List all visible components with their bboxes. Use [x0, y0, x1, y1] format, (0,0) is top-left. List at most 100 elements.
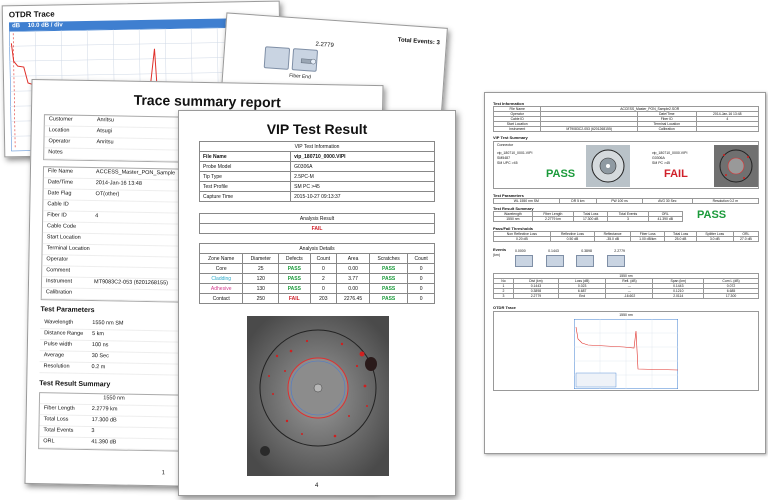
- otdr-scale: 10.0 dB / div: [27, 22, 63, 29]
- scratches-status: PASS: [368, 283, 409, 294]
- field-label: Wavelength: [44, 319, 74, 326]
- vip-summary-box: Connector vip_180710_0001.VIPI SM5487 SM…: [493, 141, 759, 189]
- field-value: 0.2 m: [91, 364, 106, 371]
- field-value: SM PC >45: [290, 181, 435, 192]
- event-icon: [576, 255, 595, 267]
- vip-info-table: VIP Test Information File Name vip_180710…: [198, 141, 435, 202]
- test-parameters-table: Wavelength 1550 nm SM Distance Range 5 km …: [39, 318, 181, 376]
- field-value: MT9083C2-053 (6201268155): [540, 126, 638, 132]
- area: 0.00: [336, 263, 370, 274]
- field-value: 3: [91, 428, 95, 435]
- field-value: vip_180710_0000.VIPI: [290, 151, 435, 162]
- event-mark: 2.2779: [614, 249, 625, 253]
- field-label: Instrument: [492, 126, 542, 132]
- vip-left-info: vip_180710_0001.VIPI SM5487 SM UPC >45: [497, 151, 532, 166]
- vip-summary-heading: VIP Test Summary: [493, 135, 528, 140]
- count: 0: [407, 273, 435, 284]
- vip-right-result: FAIL: [664, 168, 688, 180]
- field-value: [94, 294, 180, 296]
- field-label: Date/Time: [47, 179, 73, 186]
- field-label: Average: [43, 352, 65, 359]
- area: 0.00: [336, 283, 370, 294]
- thresholds-table: Non Reflective Loss Reflective Loss Refl…: [493, 231, 760, 242]
- field-value: OT(other): [95, 191, 120, 198]
- result-summary-table: 1550 nm Fiber Length 2.2779 km Total Loss…: [38, 392, 190, 452]
- field-value: [95, 206, 181, 208]
- count: 0: [407, 263, 435, 274]
- field-value: 2.5PC-M: [290, 171, 435, 182]
- field-label: File Name: [198, 151, 292, 162]
- event-icon-strip: [515, 255, 625, 267]
- trace-heading: OTDR Trace: [493, 305, 516, 310]
- fiber-end-icon: [300, 58, 316, 65]
- analysis-details-table: Analysis Details Zone Name Diameter Defe…: [198, 243, 435, 304]
- field-value: [96, 154, 182, 156]
- vip-right-thumbnail: [714, 145, 758, 187]
- event-icon: [545, 255, 564, 267]
- event-table: 1550 nm No Dist (km) Loss (dB) Refl. (dB…: [493, 273, 759, 299]
- vip-info-title: VIP Test Information: [199, 141, 435, 152]
- field-label: Tip Type: [198, 171, 292, 182]
- result-value: 1550 nm: [493, 216, 533, 222]
- zone-name: Cladding: [198, 273, 244, 284]
- otdr-title: OTDR Trace: [8, 9, 55, 20]
- field-label: File Name: [47, 168, 74, 175]
- fiber-end-label: Fiber End: [288, 72, 312, 81]
- column-header: Diameter: [242, 253, 280, 264]
- event-mark: 0.1443: [548, 249, 559, 253]
- field-label: Pulse width: [43, 341, 73, 348]
- combined-report-page: Test Information File Name ACCESS_Master_…: [484, 92, 766, 454]
- column-header: Scratches: [368, 253, 409, 264]
- field-label: Terminal Location: [46, 245, 90, 253]
- cell: -16.602: [605, 293, 654, 299]
- page-number: 1: [161, 470, 166, 477]
- column-header: Count: [309, 253, 338, 264]
- field-label: Distance Range: [44, 330, 84, 338]
- endface-microscope-view: [247, 316, 389, 476]
- field-label: Location: [48, 127, 70, 134]
- field-value: [94, 272, 180, 274]
- total-events: Total Events: 3: [397, 37, 441, 47]
- event-icon: [606, 255, 625, 267]
- field-value: [95, 239, 181, 241]
- cell: End: [557, 293, 607, 299]
- zone-name: Contact: [198, 293, 244, 304]
- area: 2276.45: [336, 293, 370, 304]
- table-row: Cladding 120 PASS 2 3.77 PASS 0: [198, 273, 435, 284]
- field-value: G0306A: [290, 161, 435, 172]
- event-icon: [515, 255, 533, 267]
- vip-left-result: PASS: [546, 168, 576, 180]
- analysis-result-table: Analysis Result FAIL: [199, 213, 435, 234]
- mini-trace-plot: [574, 319, 678, 389]
- scratches-status: PASS: [368, 293, 409, 304]
- cell: 3: [493, 293, 514, 299]
- zone-name: Adhesive: [198, 283, 244, 294]
- field-value: 41.390 dB: [91, 439, 117, 446]
- test-parameters-heading: Test Parameters: [40, 306, 95, 315]
- analysis-title: Analysis Result: [199, 213, 435, 224]
- field-value: 2.2779 km: [91, 406, 118, 413]
- vip-left-thumbnail: [586, 145, 630, 187]
- field-value: [95, 228, 181, 230]
- field-label: Operator: [48, 138, 71, 145]
- summary-title: Trace summary report: [133, 91, 281, 111]
- area: 3.77: [336, 273, 370, 284]
- field-label: Calibration: [636, 126, 697, 132]
- column-header: Zone Name: [198, 253, 244, 264]
- field-value: Anritsu: [96, 139, 114, 146]
- field-label: Operator: [46, 256, 69, 263]
- field-label: Fiber ID: [47, 212, 67, 219]
- event-marks: 0.0000 0.1443 0.3898 2.2779: [515, 249, 625, 253]
- test-info-table: File Name ACCESS_Master_PON_Sample2.SOR O…: [492, 106, 760, 132]
- zone-name: Core: [198, 263, 244, 274]
- table-row: 3 2.2779 End -16.602 2.0114 17.300: [493, 293, 759, 299]
- result-summary-heading: Test Result Summary: [39, 380, 111, 389]
- defects-status: PASS: [278, 283, 311, 294]
- event-mark: 0.3898: [581, 249, 592, 253]
- vip-right-profile: SM PC >45: [652, 161, 670, 165]
- field-label: Calibration: [45, 289, 73, 296]
- field-label: Comment: [46, 267, 71, 274]
- event-distance: 2.2779: [315, 41, 334, 49]
- trace-box: 1550 nm: [493, 311, 759, 391]
- threshold-value: 27.0 dB: [732, 236, 760, 242]
